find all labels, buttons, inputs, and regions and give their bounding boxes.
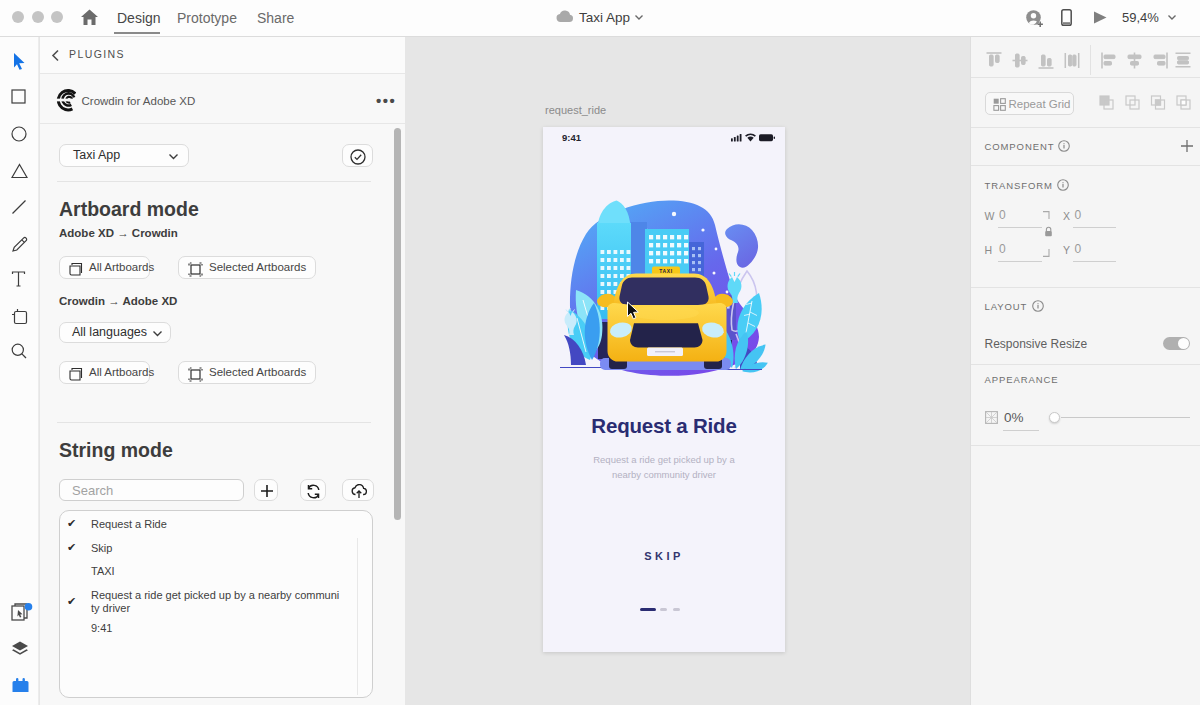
svg-text:TAXI: TAXI xyxy=(659,268,672,274)
